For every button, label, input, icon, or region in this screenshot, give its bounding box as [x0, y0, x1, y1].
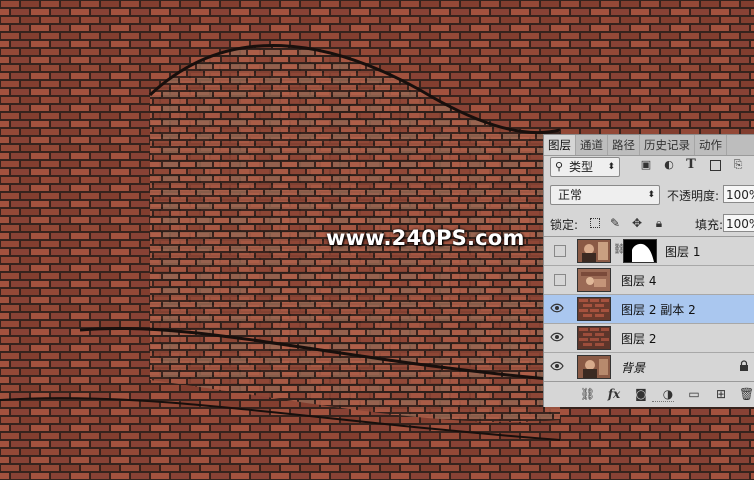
filter-row: ⚲ 类型 ⬍ ▣ ◐ T ⎘: [544, 157, 754, 181]
tab-actions[interactable]: 动作: [695, 135, 727, 155]
link-layers-icon[interactable]: ⛓: [580, 387, 595, 401]
layer-name: 图层 2 副本 2: [621, 303, 696, 317]
layers-bottom-bar: ⛓ fx ◙ ◑ ▭ ⊞ 🗑︎: [544, 381, 754, 406]
resize-grip[interactable]: [652, 401, 674, 404]
layer-row-selected[interactable]: 图层 2 副本 2: [544, 295, 754, 324]
opacity-input[interactable]: 100%: [723, 185, 754, 203]
filter-type-select[interactable]: ⚲ 类型 ⬍: [550, 157, 620, 177]
opacity-label: 不透明度:: [667, 189, 720, 203]
layers-panel: 图层 通道 路径 历史记录 动作 ⚲ 类型 ⬍ ▣ ◐ T ⎘ 正常 ⬍ 不透明…: [543, 134, 754, 407]
chevron-updown-icon: ⬍: [607, 162, 615, 172]
tab-history[interactable]: 历史记录: [640, 135, 695, 155]
visibility-toggle[interactable]: [554, 245, 566, 257]
trash-icon[interactable]: 🗑︎: [739, 387, 754, 401]
lock-all-icon[interactable]: 🔒︎: [652, 216, 666, 230]
new-layer-icon[interactable]: ⊞: [714, 387, 728, 401]
layer-row[interactable]: 背景: [544, 353, 754, 382]
blend-mode-value: 正常: [558, 188, 583, 202]
lock-icon: [740, 360, 748, 371]
visibility-toggle[interactable]: [554, 274, 566, 286]
tab-layers[interactable]: 图层: [544, 135, 576, 155]
fill-label: 填充:: [695, 218, 724, 232]
fill-input[interactable]: 100%: [723, 214, 754, 232]
shape-layer-icon[interactable]: [708, 158, 722, 172]
layer-row[interactable]: 图层 4: [544, 266, 754, 295]
layer-thumbnail: [577, 326, 611, 350]
tab-channels[interactable]: 通道: [576, 135, 608, 155]
filter-type-label: 类型: [569, 160, 594, 174]
adjustment-icon[interactable]: ◑: [661, 387, 675, 401]
eye-icon[interactable]: [550, 331, 564, 343]
fx-icon[interactable]: fx: [607, 387, 621, 401]
chevron-updown-icon: ⬍: [647, 190, 655, 200]
image-layer-icon[interactable]: ▣: [639, 158, 653, 172]
lock-label: 锁定:: [550, 218, 579, 232]
lock-row: 锁定: ✎ ✥ 🔒︎ 填充: 100%: [544, 214, 754, 236]
layer-thumbnail: [577, 355, 611, 379]
lock-paint-brush-icon[interactable]: ✎: [608, 216, 622, 230]
eye-icon[interactable]: [550, 360, 564, 372]
watermark-text: www.240PS.com: [326, 226, 525, 250]
lock-position-icon[interactable]: ✥: [630, 216, 644, 230]
layer-row[interactable]: ⛓ 图层 1: [544, 237, 754, 266]
layer-name: 图层 1: [665, 245, 701, 259]
eye-icon[interactable]: [550, 302, 564, 314]
layer-name: 图层 2: [621, 332, 657, 346]
layer-thumbnail: [577, 239, 611, 263]
blend-row: 正常 ⬍ 不透明度: 100%: [544, 185, 754, 207]
add-mask-icon[interactable]: ◙: [634, 387, 648, 401]
search-icon: ⚲: [555, 160, 564, 173]
layer-name: 图层 4: [621, 274, 657, 288]
tab-paths[interactable]: 路径: [608, 135, 640, 155]
smart-object-icon[interactable]: ⎘: [731, 158, 745, 172]
lock-transparent-icon[interactable]: [588, 216, 602, 230]
layer-name: 背景: [621, 361, 646, 375]
panel-tabs: 图层 通道 路径 历史记录 动作: [544, 135, 754, 156]
layers-list: ⛓ 图层 1 图层 4 图层 2 副本 2 图层 2 背景: [544, 236, 754, 382]
layer-mask-thumbnail[interactable]: [623, 239, 657, 263]
blend-mode-select[interactable]: 正常 ⬍: [550, 185, 660, 205]
layer-row[interactable]: 图层 2: [544, 324, 754, 353]
layer-thumbnail: [577, 268, 611, 292]
text-layer-icon[interactable]: T: [684, 158, 698, 172]
layer-thumbnail: [577, 297, 611, 321]
group-icon[interactable]: ▭: [687, 387, 701, 401]
adjustment-layer-icon[interactable]: ◐: [662, 158, 676, 172]
